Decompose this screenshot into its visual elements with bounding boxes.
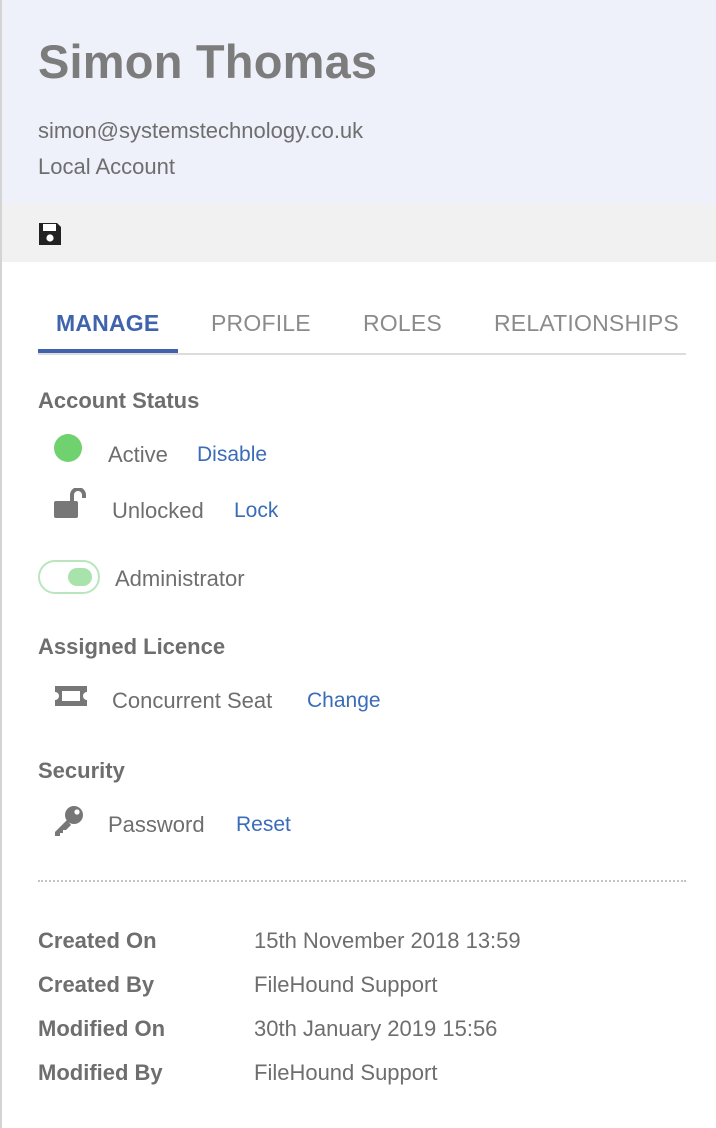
security-heading: Security	[38, 758, 125, 783]
account-type: Local Account	[38, 154, 175, 179]
active-status-icon	[54, 434, 82, 462]
floppy-disk-icon	[39, 223, 61, 245]
user-header: Simon Thomas simon@systemstechnology.co.…	[2, 0, 716, 204]
modified-by-value: FileHound Support	[254, 1060, 438, 1085]
disable-link[interactable]: Disable	[197, 443, 267, 467]
reset-password-link[interactable]: Reset	[236, 813, 291, 837]
toggle-knob	[68, 568, 92, 586]
tab-relationships[interactable]: RELATIONSHIPS	[494, 310, 679, 337]
user-email: simon@systemstechnology.co.uk	[38, 118, 364, 143]
unlocked-padlock-icon	[54, 488, 86, 518]
lock-link[interactable]: Lock	[234, 499, 278, 523]
section-divider	[38, 880, 686, 882]
administrator-toggle[interactable]	[38, 560, 100, 594]
tab-bar: MANAGE PROFILE ROLES RELATIONSHIPS	[38, 300, 686, 355]
ticket-icon	[55, 686, 87, 706]
active-tab-indicator	[38, 349, 178, 353]
user-name: Simon Thomas	[38, 35, 378, 88]
modified-on-label: Modified On	[38, 1016, 166, 1041]
account-status-heading: Account Status	[38, 388, 200, 413]
status-label: Active	[108, 442, 168, 467]
password-label: Password	[108, 812, 205, 837]
tab-roles[interactable]: ROLES	[363, 310, 442, 337]
save-button[interactable]	[36, 220, 64, 248]
assigned-licence-heading: Assigned Licence	[38, 634, 226, 659]
modified-by-label: Modified By	[38, 1060, 163, 1085]
modified-on-value: 30th January 2019 15:56	[254, 1016, 498, 1041]
key-icon	[55, 806, 83, 836]
licence-label: Concurrent Seat	[112, 688, 273, 713]
change-licence-link[interactable]: Change	[307, 689, 381, 713]
created-on-label: Created On	[38, 928, 157, 953]
tab-manage[interactable]: MANAGE	[56, 310, 159, 337]
created-on-value: 15th November 2018 13:59	[254, 928, 521, 953]
lock-status-label: Unlocked	[112, 498, 204, 523]
administrator-label: Administrator	[115, 566, 245, 591]
toolbar	[2, 204, 716, 262]
created-by-label: Created By	[38, 972, 155, 997]
created-by-value: FileHound Support	[254, 972, 438, 997]
tab-profile[interactable]: PROFILE	[211, 310, 311, 337]
